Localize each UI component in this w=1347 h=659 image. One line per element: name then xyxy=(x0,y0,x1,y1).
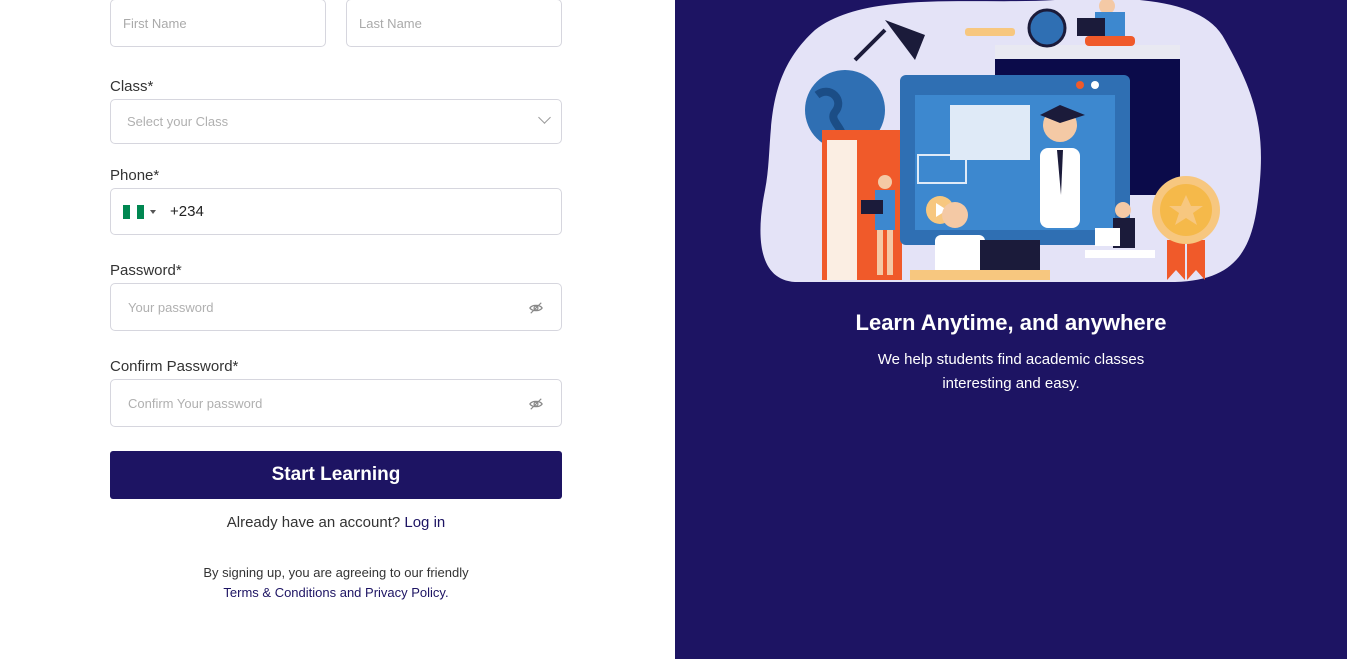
last-name-input[interactable]: Last Name xyxy=(346,0,562,47)
terms-link[interactable]: Terms & Conditions and Privacy Policy. xyxy=(110,583,562,603)
login-prompt: Already have an account? xyxy=(226,514,401,531)
password-placeholder: Your password xyxy=(128,299,214,315)
class-select[interactable]: Select your Class xyxy=(110,99,562,144)
terms-text: By signing up, you are agreeing to our f… xyxy=(203,565,469,580)
online-learning-illustration xyxy=(760,0,1261,282)
phone-label: Phone* xyxy=(110,167,160,184)
phone-dial-code: +234 xyxy=(170,203,204,220)
login-link[interactable]: Log in xyxy=(404,514,445,531)
signup-form-panel: First Name Last Name Class* Select your … xyxy=(0,0,675,659)
promo-subtext: We help students find academic classes i… xyxy=(675,348,1347,396)
login-prompt-line: Already have an account? Log in xyxy=(110,514,562,531)
last-name-placeholder: Last Name xyxy=(359,15,422,31)
class-select-placeholder: Select your Class xyxy=(127,114,229,129)
first-name-input[interactable]: First Name xyxy=(110,0,326,47)
class-label: Class* xyxy=(110,78,154,95)
promo-subtext-line1: We help students find academic classes xyxy=(877,351,1145,368)
eye-slash-icon[interactable] xyxy=(529,397,543,411)
password-input[interactable]: Your password xyxy=(110,283,562,331)
confirm-password-input[interactable]: Confirm Your password xyxy=(110,379,562,427)
first-name-placeholder: First Name xyxy=(123,15,187,31)
eye-slash-icon[interactable] xyxy=(529,301,543,315)
caret-down-icon[interactable] xyxy=(150,210,156,214)
confirm-password-label: Confirm Password* xyxy=(110,358,239,375)
promo-heading: Learn Anytime, and anywhere xyxy=(855,310,1167,335)
promo-panel: Learn Anytime, and anywhere We help stud… xyxy=(675,0,1347,659)
promo-subtext-line2: interesting and easy. xyxy=(942,375,1080,392)
nigeria-flag-icon[interactable] xyxy=(123,205,144,219)
phone-input[interactable]: +234 xyxy=(110,188,562,235)
start-learning-button[interactable]: Start Learning xyxy=(110,451,562,499)
chevron-down-icon xyxy=(538,111,551,124)
confirm-password-placeholder: Confirm Your password xyxy=(128,395,263,411)
password-label: Password* xyxy=(110,262,182,279)
terms-notice: By signing up, you are agreeing to our f… xyxy=(110,563,562,603)
